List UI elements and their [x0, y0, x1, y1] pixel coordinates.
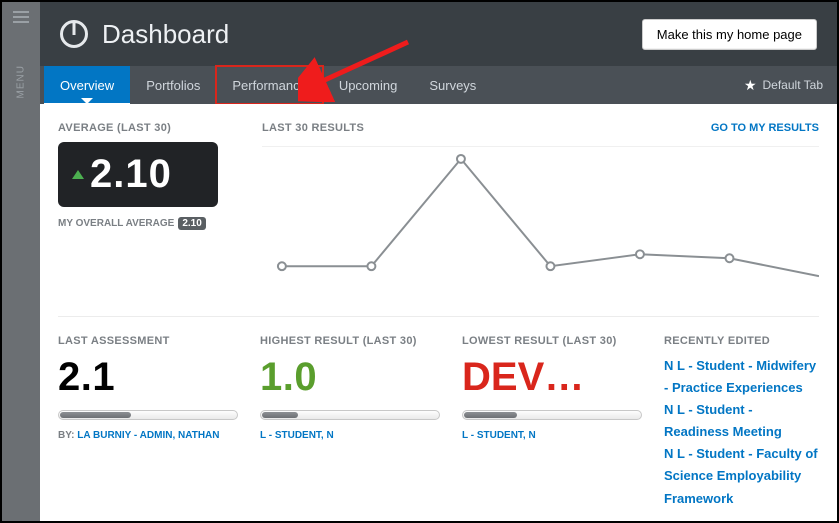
last-assessment-author[interactable]: LA BURNIY - ADMIN, NATHAN [77, 430, 219, 441]
recently-edited-section: RECENTLY EDITED N L - Student - Midwifer… [664, 335, 819, 521]
star-icon: ★ [744, 77, 757, 94]
menu-strip[interactable]: MENU [2, 2, 40, 521]
lowest-label: LOWEST RESULT (LAST 30) [462, 335, 642, 347]
last-assessment-label: LAST ASSESSMENT [58, 335, 238, 347]
hamburger-icon [13, 8, 29, 26]
trend-up-icon [72, 170, 84, 179]
average-section: AVERAGE (LAST 30) 2.10 MY OVERALL AVERAG… [58, 122, 238, 296]
recent-label: RECENTLY EDITED [664, 335, 819, 347]
tab-performance[interactable]: Performance [216, 66, 322, 104]
header-bar: Dashboard Make this my home page [40, 2, 837, 66]
highest-value: 1.0 [260, 355, 440, 400]
recent-item[interactable]: N L - Student - Readiness Meeting [664, 399, 819, 443]
highest-result-section: HIGHEST RESULT (LAST 30) 1.0 L - STUDENT… [260, 335, 440, 521]
results-chart [262, 146, 819, 296]
lowest-result-section: LOWEST RESULT (LAST 30) DEV… L - STUDENT… [462, 335, 642, 521]
power-icon [60, 20, 88, 48]
lowest-value: DEV… [462, 355, 642, 400]
tab-overview[interactable]: Overview [44, 66, 130, 104]
highest-bar [260, 410, 440, 420]
average-label: AVERAGE (LAST 30) [58, 122, 238, 134]
last-assessment-value: 2.1 [58, 355, 238, 400]
last-assessment-section: LAST ASSESSMENT 2.1 BY: LA BURNIY - ADMI… [58, 335, 238, 521]
tab-portfolios[interactable]: Portfolios [130, 66, 216, 104]
goto-results-link[interactable]: GO TO MY RESULTS [711, 122, 819, 134]
average-value: 2.10 [90, 152, 172, 197]
default-tab-label: Default Tab [763, 78, 824, 92]
chart-section: LAST 30 RESULTS GO TO MY RESULTS [262, 122, 819, 296]
tab-surveys[interactable]: Surveys [413, 66, 492, 104]
last-assessment-bar [58, 410, 238, 420]
recent-item[interactable]: N L - Student - Midwifery - Practice Exp… [664, 355, 819, 399]
average-card: 2.10 [58, 142, 218, 207]
chart-label: LAST 30 RESULTS [262, 122, 364, 134]
overall-average-label: MY OVERALL AVERAGE [58, 218, 174, 229]
lowest-bar [462, 410, 642, 420]
page-title: Dashboard [102, 19, 229, 50]
by-prefix: BY: [58, 430, 74, 441]
tab-upcoming[interactable]: Upcoming [323, 66, 414, 104]
highest-label: HIGHEST RESULT (LAST 30) [260, 335, 440, 347]
default-tab-toggle[interactable]: ★ Default Tab [744, 66, 837, 104]
recent-item[interactable]: N L - Student - Faculty of Science Emplo… [664, 443, 819, 509]
make-home-button[interactable]: Make this my home page [642, 19, 817, 50]
menu-label: MENU [16, 69, 27, 99]
highest-author[interactable]: L - STUDENT, N [260, 430, 334, 441]
overall-average-badge: 2.10 [178, 217, 205, 230]
tab-bar: Overview Portfolios Performance Upcoming… [40, 66, 837, 104]
lowest-author[interactable]: L - STUDENT, N [462, 430, 536, 441]
